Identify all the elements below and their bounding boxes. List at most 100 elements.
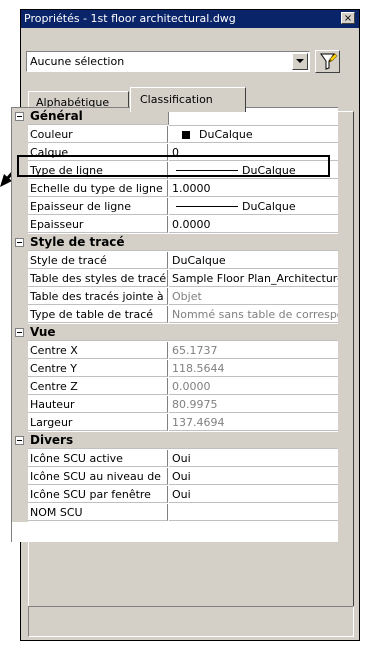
property-row[interactable]: Centre Z 0.0000 bbox=[12, 378, 338, 396]
row-gutter bbox=[12, 396, 28, 414]
category-row[interactable]: Divers bbox=[12, 432, 338, 450]
property-row[interactable]: Echelle du type de ligne 1.0000 bbox=[12, 180, 338, 198]
selection-value: Aucune sélection bbox=[30, 55, 125, 68]
property-value-text: 0.0000 bbox=[172, 380, 211, 393]
title-bar[interactable]: Propriétés - 1st floor architectural.dwg… bbox=[21, 10, 359, 28]
property-value[interactable]: 1.0000 bbox=[169, 180, 338, 197]
property-value-text: 1.0000 bbox=[172, 182, 211, 195]
property-value-text: 0.0000 bbox=[172, 218, 211, 231]
tab-classification[interactable]: Classification bbox=[130, 87, 246, 112]
line-sample-icon bbox=[176, 206, 238, 207]
property-value[interactable]: DuCalque bbox=[169, 126, 338, 143]
property-row[interactable]: Hauteur 80.9975 bbox=[12, 396, 338, 414]
row-gutter bbox=[12, 270, 28, 288]
property-value[interactable]: Objet bbox=[169, 288, 338, 305]
property-value[interactable]: DuCalque bbox=[169, 162, 338, 179]
row-gutter bbox=[12, 306, 28, 324]
property-value[interactable]: 0.0000 bbox=[169, 216, 338, 233]
property-value-text: 65.1737 bbox=[172, 344, 218, 357]
property-row[interactable]: NOM SCU bbox=[12, 504, 338, 522]
property-row[interactable]: Centre Y 118.5644 bbox=[12, 360, 338, 378]
property-value[interactable]: 118.5644 bbox=[169, 360, 338, 377]
category-label: Divers bbox=[28, 432, 338, 449]
property-row[interactable]: Calque 0 bbox=[12, 144, 338, 162]
property-row[interactable]: Epaisseur de ligne DuCalque bbox=[12, 198, 338, 216]
property-row[interactable]: Type de table de tracé Nommé sans table d… bbox=[12, 306, 338, 324]
row-gutter bbox=[12, 360, 28, 378]
row-gutter bbox=[12, 144, 28, 162]
property-name: Style de tracé bbox=[28, 252, 168, 269]
dropdown-button[interactable] bbox=[292, 53, 308, 70]
property-row[interactable]: Table des styles de tracé Sample Floor Pl… bbox=[12, 270, 338, 288]
property-value[interactable]: DuCalque bbox=[169, 198, 338, 215]
collapse-minus-icon[interactable] bbox=[15, 436, 24, 445]
property-value[interactable]: 137.4694 bbox=[169, 414, 338, 431]
description-panel bbox=[28, 606, 354, 637]
property-row[interactable]: Icône SCU active Oui bbox=[12, 450, 338, 468]
collapse-minus-icon[interactable] bbox=[15, 112, 24, 121]
property-value[interactable]: Oui bbox=[169, 486, 338, 503]
color-swatch-icon bbox=[182, 131, 190, 139]
property-row[interactable]: Largeur 137.4694 bbox=[12, 414, 338, 432]
row-gutter bbox=[12, 162, 28, 180]
property-value-text: Objet bbox=[172, 290, 202, 303]
selection-dropdown[interactable]: Aucune sélection bbox=[26, 51, 310, 72]
property-row[interactable]: Couleur DuCalque bbox=[12, 126, 338, 144]
property-value-text: DuCalque bbox=[242, 200, 296, 213]
property-row[interactable]: Icône SCU au niveau de Oui bbox=[12, 468, 338, 486]
property-value[interactable]: Nommé sans table de correspondance bbox=[169, 306, 338, 323]
property-row[interactable]: Table des tracés jointe à Objet bbox=[12, 288, 338, 306]
quick-select-button[interactable] bbox=[315, 50, 340, 73]
property-value[interactable] bbox=[169, 504, 338, 521]
close-button[interactable]: × bbox=[341, 12, 355, 24]
property-grid: Général Couleur DuCalque Calque 0 Type de lig… bbox=[11, 107, 338, 542]
line-sample-icon bbox=[176, 170, 238, 171]
row-gutter bbox=[12, 288, 28, 306]
row-gutter bbox=[12, 504, 28, 522]
property-value[interactable]: 65.1737 bbox=[169, 342, 338, 359]
property-value[interactable]: DuCalque bbox=[169, 252, 338, 269]
property-name: Type de ligne bbox=[28, 162, 168, 179]
property-name: Centre Z bbox=[28, 378, 168, 395]
category-gutter bbox=[12, 432, 28, 450]
property-name: Table des tracés jointe à bbox=[28, 288, 168, 305]
property-row[interactable]: Type de ligne DuCalque bbox=[12, 162, 338, 180]
property-value[interactable]: Oui bbox=[169, 468, 338, 485]
property-name: Epaisseur de ligne bbox=[28, 198, 168, 215]
category-row[interactable]: Vue bbox=[12, 324, 338, 342]
property-row[interactable]: Epaisseur 0.0000 bbox=[12, 216, 338, 234]
chevron-down-icon bbox=[296, 59, 304, 63]
row-gutter bbox=[12, 342, 28, 360]
property-value[interactable]: Sample Floor Plan_Architecture bbox=[169, 270, 338, 287]
category-row[interactable]: Style de tracé bbox=[12, 234, 338, 252]
property-value-text: DuCalque bbox=[172, 254, 226, 267]
property-value[interactable]: 0 bbox=[169, 144, 338, 161]
collapse-minus-icon[interactable] bbox=[15, 238, 24, 247]
property-value-text: 80.9975 bbox=[172, 398, 218, 411]
property-value-text: Sample Floor Plan_Architecture bbox=[172, 272, 338, 285]
property-value-text: Oui bbox=[172, 452, 191, 465]
property-value[interactable]: 80.9975 bbox=[169, 396, 338, 413]
property-value-text: Oui bbox=[172, 470, 191, 483]
row-gutter bbox=[12, 468, 28, 486]
window-title: Propriétés - 1st floor architectural.dwg bbox=[24, 12, 236, 25]
property-row[interactable]: Icône SCU par fenêtre Oui bbox=[12, 486, 338, 504]
property-name: Table des styles de tracé bbox=[28, 270, 168, 287]
property-name: Centre Y bbox=[28, 360, 168, 377]
collapse-minus-icon[interactable] bbox=[15, 328, 24, 337]
property-row[interactable]: Centre X 65.1737 bbox=[12, 342, 338, 360]
property-value-text: DuCalque bbox=[199, 128, 253, 141]
property-row[interactable]: Style de tracé DuCalque bbox=[12, 252, 338, 270]
property-value[interactable]: 0.0000 bbox=[169, 378, 338, 395]
property-value[interactable]: Oui bbox=[169, 450, 338, 467]
row-gutter bbox=[12, 126, 28, 144]
property-name: Type de table de tracé bbox=[28, 306, 168, 323]
property-name: Echelle du type de ligne bbox=[28, 180, 168, 197]
property-name: Couleur bbox=[28, 126, 168, 143]
property-value-text: Nommé sans table de correspondance bbox=[172, 308, 338, 321]
property-value-text: Oui bbox=[172, 488, 191, 501]
property-value-text: 0 bbox=[172, 146, 179, 159]
row-gutter bbox=[12, 414, 28, 432]
category-gutter bbox=[12, 234, 28, 252]
row-gutter bbox=[12, 252, 28, 270]
